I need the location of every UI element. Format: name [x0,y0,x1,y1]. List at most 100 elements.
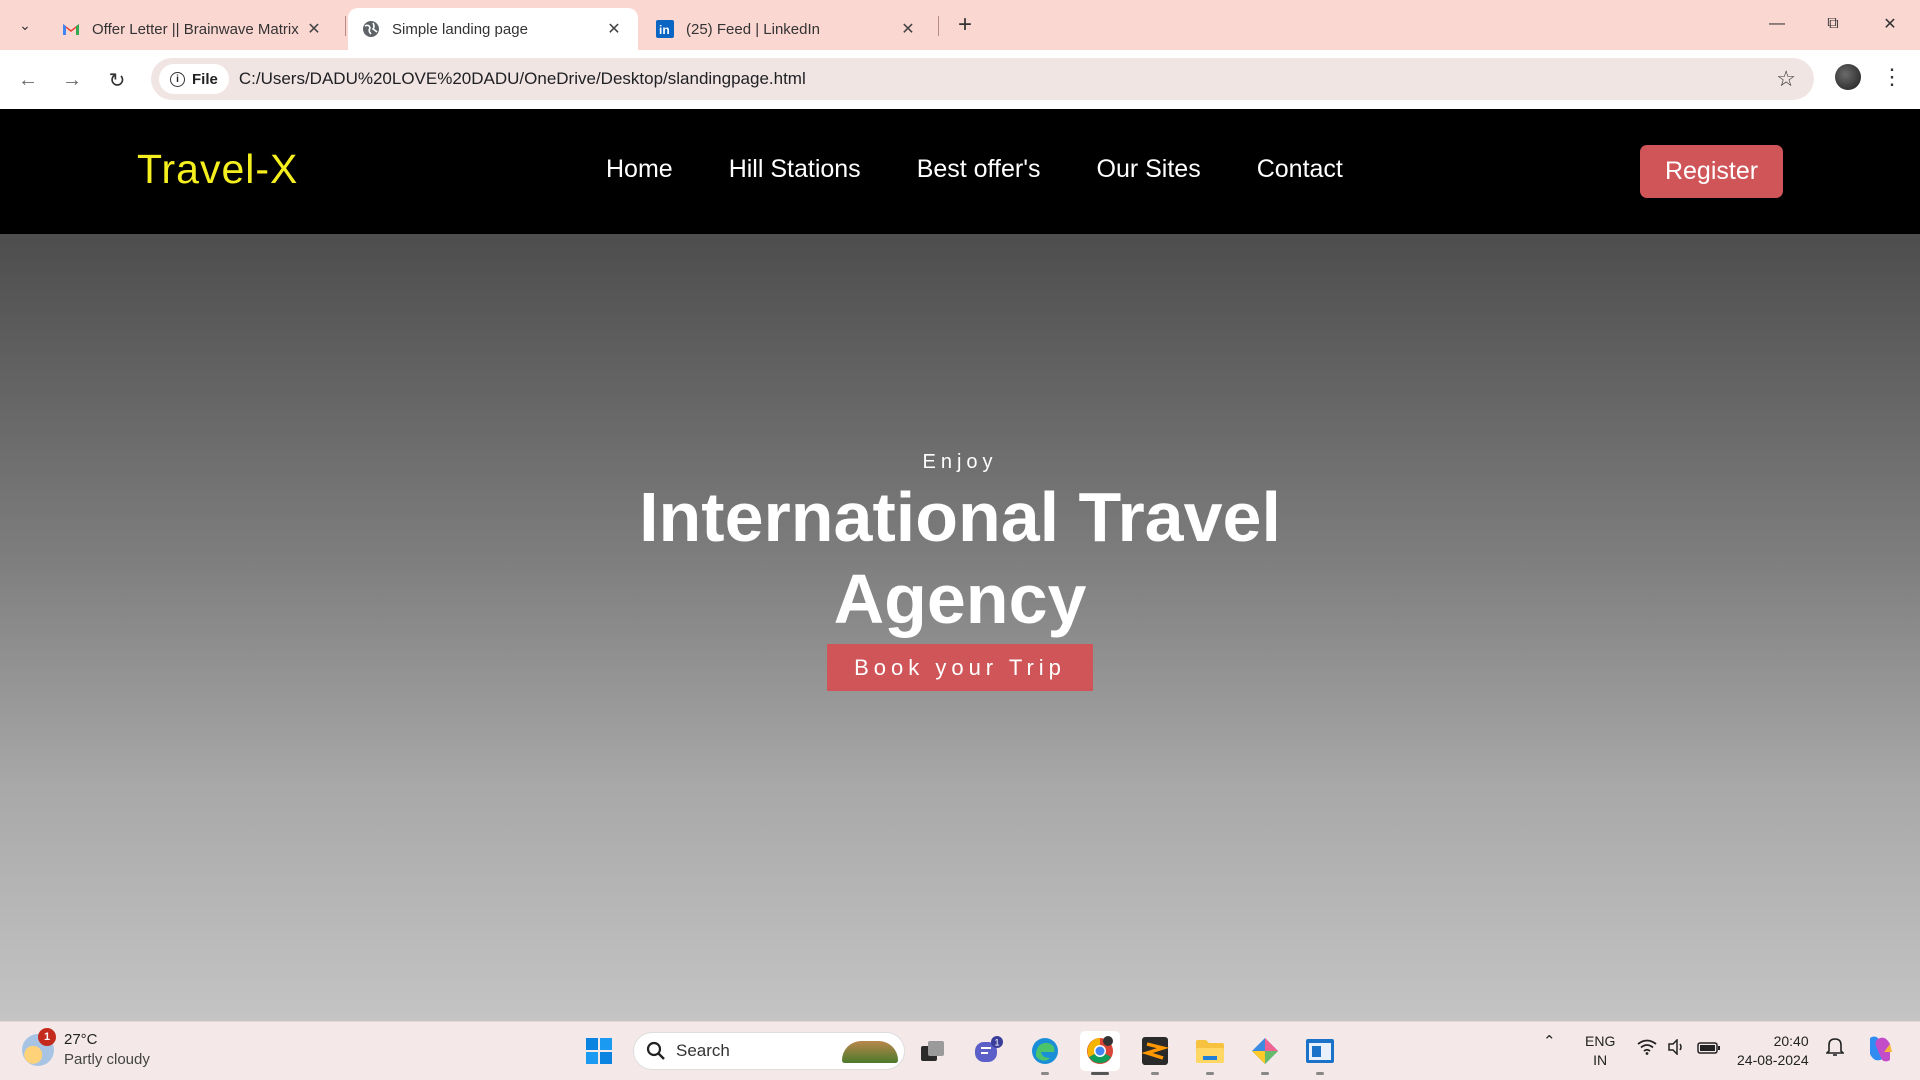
nav-link-home[interactable]: Home [606,155,673,184]
running-indicator [1316,1072,1324,1075]
search-placeholder: Search [676,1041,730,1060]
restore-icon: ⧉ [1827,15,1839,32]
folder-icon [1196,1040,1224,1063]
running-indicator [1206,1072,1214,1075]
hero-section: Enjoy International Travel Agency Book y… [0,234,1920,1021]
headline-line-2: Agency [833,560,1087,638]
back-button[interactable]: ← [12,64,44,96]
register-button[interactable]: Register [1640,145,1783,198]
bell-icon [1825,1038,1845,1056]
site-info-chip[interactable]: i File [159,64,229,94]
volume-icon [1668,1038,1682,1056]
forward-button[interactable]: → [56,64,88,96]
weather-description: Partly cloudy [64,1051,150,1068]
address-bar[interactable]: i File C:/Users/DADU%20LOVE%20DADU/OneDr… [151,58,1814,100]
chevron-up-icon: ⌃ [1543,1033,1556,1050]
sublime-button[interactable] [1135,1031,1175,1071]
headline-line-1: International Travel [639,478,1281,556]
nav-link-hill-stations[interactable]: Hill Stations [729,155,861,184]
plus-icon: + [957,11,972,38]
copilot-icon [1870,1036,1892,1062]
tab-divider [345,16,346,36]
edge-icon [1032,1038,1058,1064]
sublime-text-icon [1141,1037,1169,1065]
teams-icon: 1 [975,1036,1003,1062]
clock-time: 20:40 [1773,1033,1809,1049]
web-page: Travel-X Home Hill Stations Best offer's… [0,109,1920,1021]
close-icon[interactable]: ✕ [604,19,624,39]
close-window-button[interactable]: ✕ [1868,8,1912,40]
svg-text:in: in [659,23,670,37]
url-text[interactable]: C:/Users/DADU%20LOVE%20DADU/OneDrive/Des… [239,69,806,89]
site-logo[interactable]: Travel-X [137,146,298,193]
taskbar-search[interactable]: Search [633,1032,905,1070]
bookmark-star-icon[interactable]: ☆ [1776,66,1796,92]
running-indicator [1151,1072,1159,1075]
system-clock[interactable]: 20:40 24-08-2024 [1737,1032,1809,1070]
chrome-button[interactable] [1080,1031,1120,1071]
weather-temperature: 27°C [64,1031,98,1048]
notifications-button[interactable] [1825,1037,1845,1061]
tab-gmail[interactable]: Offer Letter || Brainwave Matrix ✕ [48,8,338,50]
nav-link-our-sites[interactable]: Our Sites [1097,155,1201,184]
minimize-icon: — [1769,15,1785,32]
tab-linkedin[interactable]: in (25) Feed | LinkedIn ✕ [642,8,932,50]
browser-toolbar: ← → ↻ i File C:/Users/DADU%20LOVE%20DADU… [0,50,1920,109]
site-navbar: Travel-X Home Hill Stations Best offer's… [0,109,1920,234]
language-code: ENG [1585,1033,1616,1049]
task-view-button[interactable] [913,1031,953,1071]
gem-app-icon [1252,1038,1278,1064]
hero-kicker: Enjoy [922,451,998,473]
tab-search-button[interactable]: ⌄ [9,9,41,41]
app-button-blue[interactable] [1300,1031,1340,1071]
tab-title: Offer Letter || Brainwave Matrix [92,20,299,38]
start-button[interactable] [579,1031,619,1071]
wifi-icon [1637,1039,1657,1055]
profile-avatar[interactable] [1835,64,1861,90]
tab-title: (25) Feed | LinkedIn [686,20,820,38]
arrow-left-icon: ← [18,68,38,91]
language-indicator[interactable]: ENG IN [1585,1032,1615,1070]
arrow-right-icon: → [62,68,82,91]
close-icon[interactable]: ✕ [898,19,918,39]
info-icon: i [170,71,185,87]
close-icon: ✕ [1883,16,1897,33]
windows-logo-icon [586,1038,612,1064]
copilot-button[interactable] [1864,1034,1896,1068]
weather-widget[interactable]: 1 27°C Partly cloudy [22,1028,150,1070]
battery-icon [1697,1042,1721,1054]
restore-button[interactable]: ⧉ [1811,8,1855,40]
app-button[interactable] [1245,1031,1285,1071]
minimize-button[interactable]: — [1755,8,1799,40]
chip-label: File [192,70,218,88]
running-indicator [1091,1072,1109,1075]
task-view-icon [921,1041,944,1061]
file-explorer-button[interactable] [1190,1031,1230,1071]
menu-kebab-icon[interactable]: ⋮ [1880,62,1904,92]
tab-title: Simple landing page [392,20,528,38]
windows-taskbar: 1 27°C Partly cloudy Search 1 ⌃ ENG IN 2… [0,1021,1920,1080]
edge-button[interactable] [1025,1031,1065,1071]
svg-text:1: 1 [995,1038,1000,1048]
linkedin-icon: in [656,20,674,38]
running-indicator [1261,1072,1269,1075]
globe-icon [362,20,380,38]
book-trip-button[interactable]: Book your Trip [827,644,1093,691]
nav-link-contact[interactable]: Contact [1257,155,1343,184]
close-icon[interactable]: ✕ [304,19,324,39]
browser-tab-strip: ⌄ Offer Letter || Brainwave Matrix ✕ Sim… [0,0,1920,50]
quick-settings[interactable] [1637,1038,1721,1059]
new-tab-button[interactable]: + [950,10,980,40]
chevron-down-icon: ⌄ [19,16,31,33]
reload-button[interactable]: ↻ [101,64,133,96]
running-indicator [1041,1072,1049,1075]
nav-link-best-offers[interactable]: Best offer's [917,155,1041,184]
teams-button[interactable]: 1 [968,1031,1008,1071]
window-app-icon [1306,1039,1334,1063]
search-icon [646,1041,665,1060]
show-hidden-icons-button[interactable]: ⌃ [1543,1032,1556,1050]
tab-landing-page[interactable]: Simple landing page ✕ [348,8,638,50]
partly-cloudy-icon: 1 [22,1028,56,1066]
tab-divider [938,16,939,36]
notification-badge: 1 [38,1028,56,1046]
